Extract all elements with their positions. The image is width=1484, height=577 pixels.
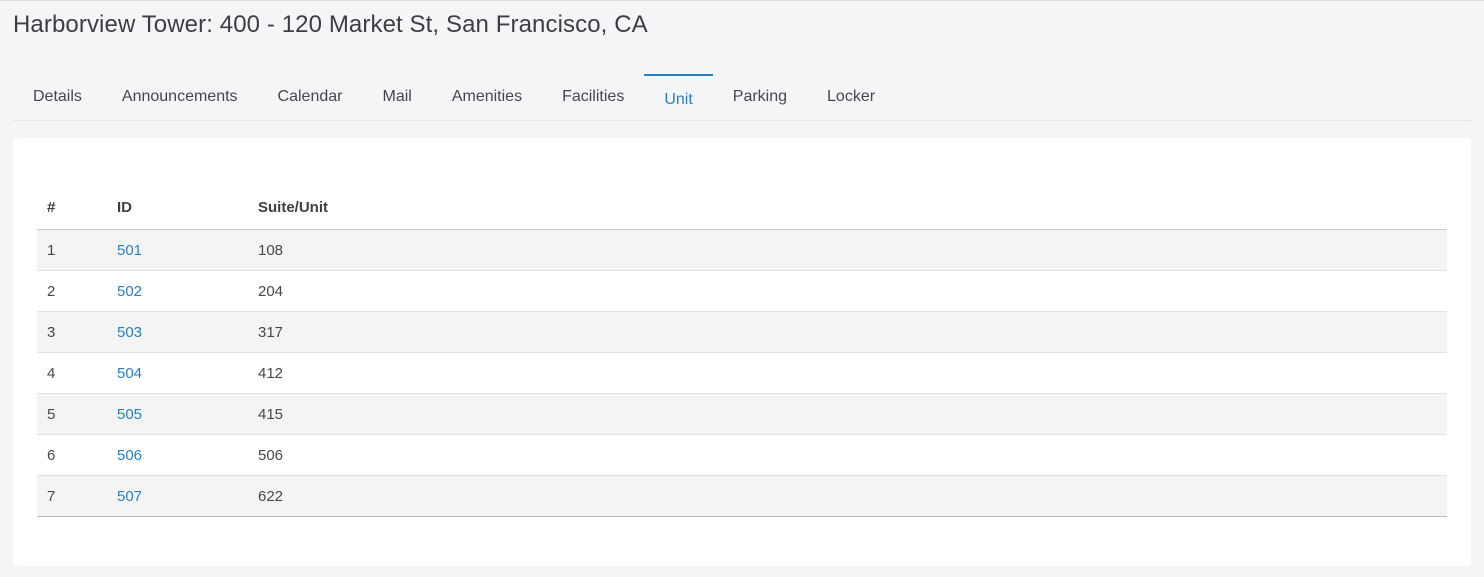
unit-id-link[interactable]: 507 bbox=[117, 488, 142, 505]
suite-unit-cell: 622 bbox=[248, 475, 1447, 517]
suite-unit-cell: 317 bbox=[248, 311, 1447, 353]
page-title: Harborview Tower: 400 - 120 Market St, S… bbox=[13, 11, 648, 38]
tab-calendar[interactable]: Calendar bbox=[258, 74, 363, 120]
unit-id-cell: 502 bbox=[107, 270, 248, 312]
unit-id-cell: 505 bbox=[107, 393, 248, 435]
unit-id-link[interactable]: 503 bbox=[117, 324, 142, 341]
row-number: 3 bbox=[37, 311, 107, 353]
suite-unit-cell: 204 bbox=[248, 270, 1447, 312]
table-row: 2 502 204 bbox=[37, 270, 1447, 312]
row-number: 5 bbox=[37, 393, 107, 435]
suite-unit-cell: 415 bbox=[248, 393, 1447, 435]
unit-id-cell: 501 bbox=[107, 229, 248, 271]
unit-id-link[interactable]: 504 bbox=[117, 365, 142, 382]
tab-amenities[interactable]: Amenities bbox=[432, 74, 542, 120]
tab-facilities[interactable]: Facilities bbox=[542, 74, 644, 120]
column-header-id: ID bbox=[107, 186, 248, 230]
tab-mail[interactable]: Mail bbox=[362, 74, 431, 120]
suite-unit-cell: 412 bbox=[248, 352, 1447, 394]
suite-unit-cell: 108 bbox=[248, 229, 1447, 271]
unit-id-link[interactable]: 506 bbox=[117, 447, 142, 464]
table-row: 3 503 317 bbox=[37, 311, 1447, 353]
tab-announcements[interactable]: Announcements bbox=[102, 74, 258, 120]
table-row: 1 501 108 bbox=[37, 229, 1447, 271]
tab-parking[interactable]: Parking bbox=[713, 74, 807, 120]
column-header-suite: Suite/Unit bbox=[248, 186, 1447, 230]
tab-locker[interactable]: Locker bbox=[807, 74, 895, 120]
unit-id-link[interactable]: 501 bbox=[117, 242, 142, 259]
table-header-row: # ID Suite/Unit bbox=[37, 186, 1447, 230]
tab-unit[interactable]: Unit bbox=[644, 74, 713, 120]
row-number: 6 bbox=[37, 434, 107, 476]
row-number: 2 bbox=[37, 270, 107, 312]
table-row: 7 507 622 bbox=[37, 475, 1447, 517]
table-row: 5 505 415 bbox=[37, 393, 1447, 435]
unit-id-cell: 506 bbox=[107, 434, 248, 476]
row-number: 7 bbox=[37, 475, 107, 517]
suite-unit-cell: 506 bbox=[248, 434, 1447, 476]
unit-id-cell: 504 bbox=[107, 352, 248, 394]
column-header-number: # bbox=[37, 186, 107, 230]
row-number: 1 bbox=[37, 229, 107, 271]
unit-id-cell: 503 bbox=[107, 311, 248, 353]
row-number: 4 bbox=[37, 352, 107, 394]
unit-id-link[interactable]: 502 bbox=[117, 283, 142, 300]
units-card: # ID Suite/Unit 1 501 108 2 502 204 3 50… bbox=[13, 138, 1471, 566]
tab-details[interactable]: Details bbox=[13, 74, 102, 120]
unit-id-cell: 507 bbox=[107, 475, 248, 517]
tab-bar: Details Announcements Calendar Mail Amen… bbox=[13, 74, 1471, 121]
table-row: 4 504 412 bbox=[37, 352, 1447, 394]
unit-id-link[interactable]: 505 bbox=[117, 406, 142, 423]
table-row: 6 506 506 bbox=[37, 434, 1447, 476]
units-table: # ID Suite/Unit 1 501 108 2 502 204 3 50… bbox=[37, 186, 1447, 517]
